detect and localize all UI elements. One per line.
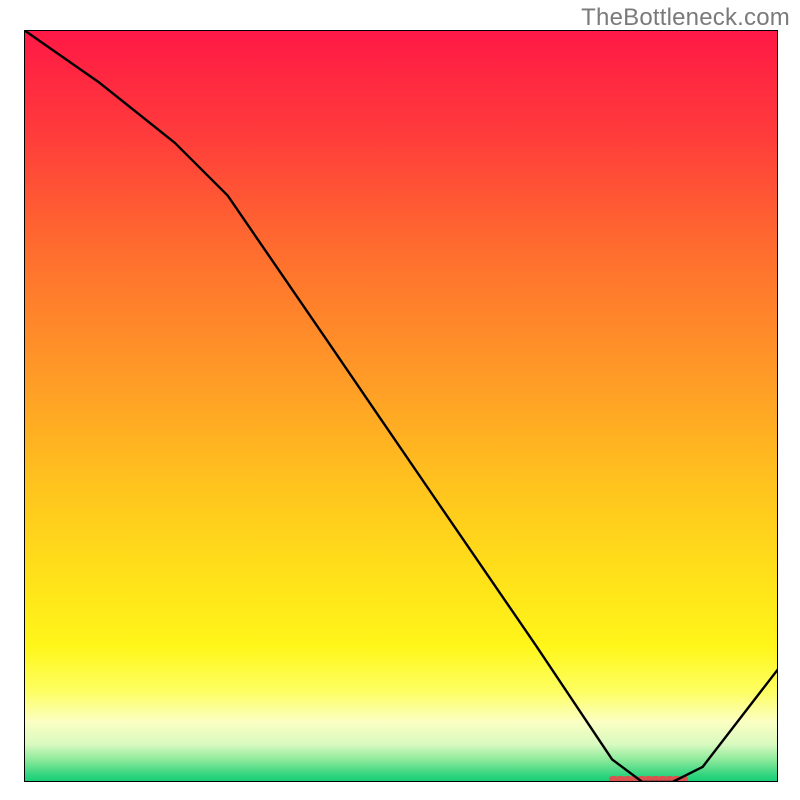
chart-container: TheBottleneck.com <box>0 0 800 800</box>
plot-area <box>24 30 778 782</box>
chart-svg <box>24 30 778 782</box>
gradient-background <box>24 30 778 782</box>
watermark-text: TheBottleneck.com <box>581 4 790 32</box>
